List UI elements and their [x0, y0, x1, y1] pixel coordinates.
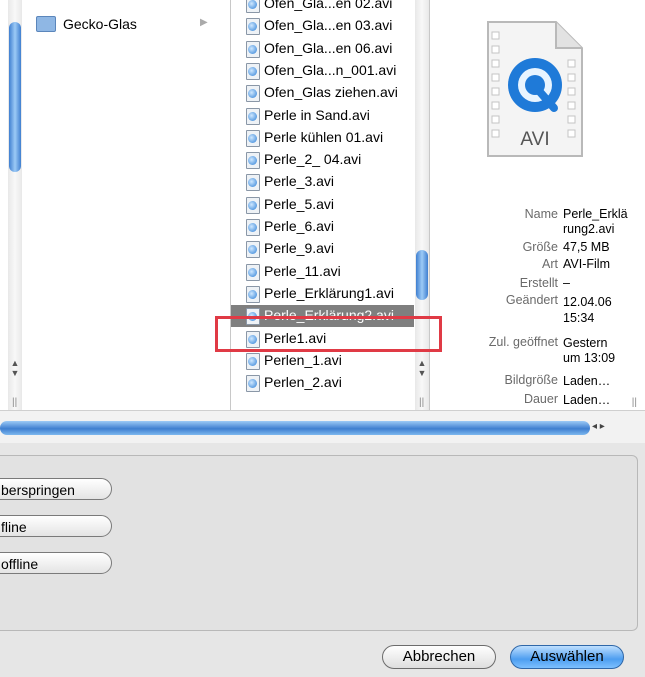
sidebar-scroll-arrows[interactable]: ▲ ▼: [8, 358, 22, 378]
file-name: Perlen_1.avi: [264, 351, 342, 368]
file-name: Ofen_Gla...en 03.avi: [264, 17, 393, 34]
file-row[interactable]: Ofen_Glas ziehen.avi: [231, 82, 414, 104]
horizontal-scrollbar[interactable]: ◂ ▸: [0, 410, 645, 443]
file-name: Ofen_Gla...n_001.avi: [264, 61, 397, 78]
modified-value: 12.04.06: [563, 295, 612, 309]
size-label: Größe: [522, 240, 558, 254]
sidebar-item-label: Gecko-Glas: [63, 16, 137, 32]
quicktime-file-icon: [246, 62, 260, 80]
column-resize-grip[interactable]: ||: [12, 397, 17, 408]
file-name: Ofen_Gla...en 06.avi: [264, 39, 393, 56]
size-value: 47,5 MB: [563, 240, 610, 254]
selection-highlight-box: [215, 316, 442, 352]
option-button-all-offline[interactable]: offline: [0, 552, 112, 574]
quicktime-file-icon: [246, 241, 260, 259]
quicktime-file-icon: [246, 219, 260, 236]
file-row[interactable]: Perle_Erklärung1.avi: [231, 283, 414, 305]
quicktime-file-icon: [246, 0, 260, 13]
modified-label: Geändert: [505, 293, 558, 307]
duration-label: Dauer: [523, 392, 558, 406]
quicktime-file-icon: [246, 174, 260, 192]
last-opened-value: Gestern: [563, 336, 608, 350]
option-label: berspringen: [1, 482, 75, 498]
file-name: Perle_3.avi: [264, 173, 335, 190]
file-row[interactable]: Ofen_Gla...en 02.avi: [231, 0, 414, 15]
file-row[interactable]: Perlen_1.avi: [231, 350, 414, 372]
sidebar-scrollbar[interactable]: ▲ ▼ ||: [8, 0, 22, 410]
option-button-skip[interactable]: berspringen: [0, 478, 112, 500]
quicktime-file-icon: [246, 375, 260, 393]
file-name: Ofen_Gla...en 02.avi: [264, 0, 393, 11]
file-name: Perlen_2.avi: [264, 374, 342, 391]
select-button[interactable]: Auswählen: [510, 645, 624, 669]
quicktime-file-icon: [246, 129, 260, 147]
file-row[interactable]: Perle_9.avi: [231, 238, 414, 260]
created-label: Erstellt: [519, 276, 558, 290]
column-resize-grip[interactable]: ||: [632, 397, 637, 408]
file-list-scroll-thumb[interactable]: [416, 250, 428, 300]
file-row[interactable]: Perle_3.avi: [231, 171, 414, 193]
dimensions-label: Bildgröße: [504, 373, 559, 387]
file-row[interactable]: Perle_2_ 04.avi: [231, 149, 414, 171]
column-resize-grip[interactable]: ||: [419, 397, 424, 408]
option-label: offline: [1, 556, 39, 572]
created-value: –: [563, 276, 570, 290]
file-row[interactable]: Ofen_Gla...en 03.avi: [231, 15, 414, 37]
quicktime-file-icon: [246, 196, 260, 214]
file-row[interactable]: Ofen_Gla...n_001.avi: [231, 60, 414, 82]
file-row[interactable]: Perle_6.avi: [231, 216, 414, 238]
file-list-scroll-arrows[interactable]: ▲ ▼: [415, 358, 429, 378]
scroll-arrows-icon[interactable]: ◂ ▸: [592, 421, 605, 432]
kind-value: AVI-Film: [563, 257, 610, 271]
quicktime-file-icon: [246, 352, 260, 370]
dimensions-value: Laden…: [563, 374, 611, 388]
file-row[interactable]: Perle in Sand.avi: [231, 105, 414, 127]
avi-file-icon: AVI: [487, 21, 583, 157]
option-button-offline[interactable]: fline: [0, 515, 112, 537]
file-row[interactable]: Perlen_2.avi: [231, 372, 414, 394]
name-label: Name: [524, 207, 558, 221]
file-browser: ▲ ▼ || Gecko-Glas ▶ Ofen_Gla...en 02.avi O…: [0, 0, 645, 443]
file-row[interactable]: Ofen_Gla...en 06.avi: [231, 38, 414, 60]
name-value-cont: rung2.avi: [563, 222, 615, 236]
quicktime-file-icon: [246, 285, 260, 303]
file-name: Perle kühlen 01.avi: [264, 128, 384, 145]
file-name: Perle_6.avi: [264, 218, 335, 234]
quicktime-file-icon: [246, 263, 260, 281]
file-name: Perle_2_ 04.avi: [264, 151, 362, 168]
duration-value: Laden…: [563, 393, 611, 407]
options-panel: berspringen fline offline: [0, 455, 638, 631]
file-row[interactable]: Perle_11.avi: [231, 261, 414, 283]
name-value: Perle_Erklä: [563, 207, 628, 221]
file-name: Perle_Erklärung1.avi: [264, 284, 394, 301]
file-row[interactable]: Perle kühlen 01.avi: [231, 127, 414, 149]
option-label: fline: [1, 519, 27, 535]
quicktime-file-icon: [246, 18, 260, 36]
last-opened-label: Zul. geöffnet: [488, 335, 558, 349]
kind-label: Art: [542, 257, 558, 271]
quicktime-file-icon: [246, 85, 260, 103]
folder-icon: [36, 16, 56, 32]
modified-value-cont: 15:34: [563, 311, 595, 325]
sidebar-item-gecko-glas[interactable]: Gecko-Glas ▶: [0, 14, 230, 36]
file-row[interactable]: Perle_5.avi: [231, 194, 414, 216]
sidebar-column: ▲ ▼ || Gecko-Glas ▶: [0, 0, 231, 410]
cancel-button[interactable]: Abbrechen: [382, 645, 496, 669]
sidebar-scroll-thumb[interactable]: [9, 22, 21, 172]
chevron-right-icon: ▶: [200, 17, 208, 28]
file-name: Perle in Sand.avi: [264, 106, 370, 123]
quicktime-file-icon: [246, 40, 260, 58]
icon-label: AVI: [520, 129, 549, 150]
last-opened-value-cont: um 13:09: [563, 351, 616, 365]
quicktime-file-icon: [246, 152, 260, 170]
file-name: Ofen_Glas ziehen.avi: [264, 84, 398, 101]
quicktime-file-icon: [246, 107, 260, 125]
file-name: Perle_11.avi: [264, 262, 341, 279]
file-name: Perle_9.avi: [264, 240, 335, 257]
preview-column: AVI Name Perle_Erklä rung2.avi Größe 47,…: [430, 0, 645, 410]
file-name: Perle_5.avi: [264, 195, 335, 212]
horizontal-scroll-thumb[interactable]: [0, 421, 590, 435]
